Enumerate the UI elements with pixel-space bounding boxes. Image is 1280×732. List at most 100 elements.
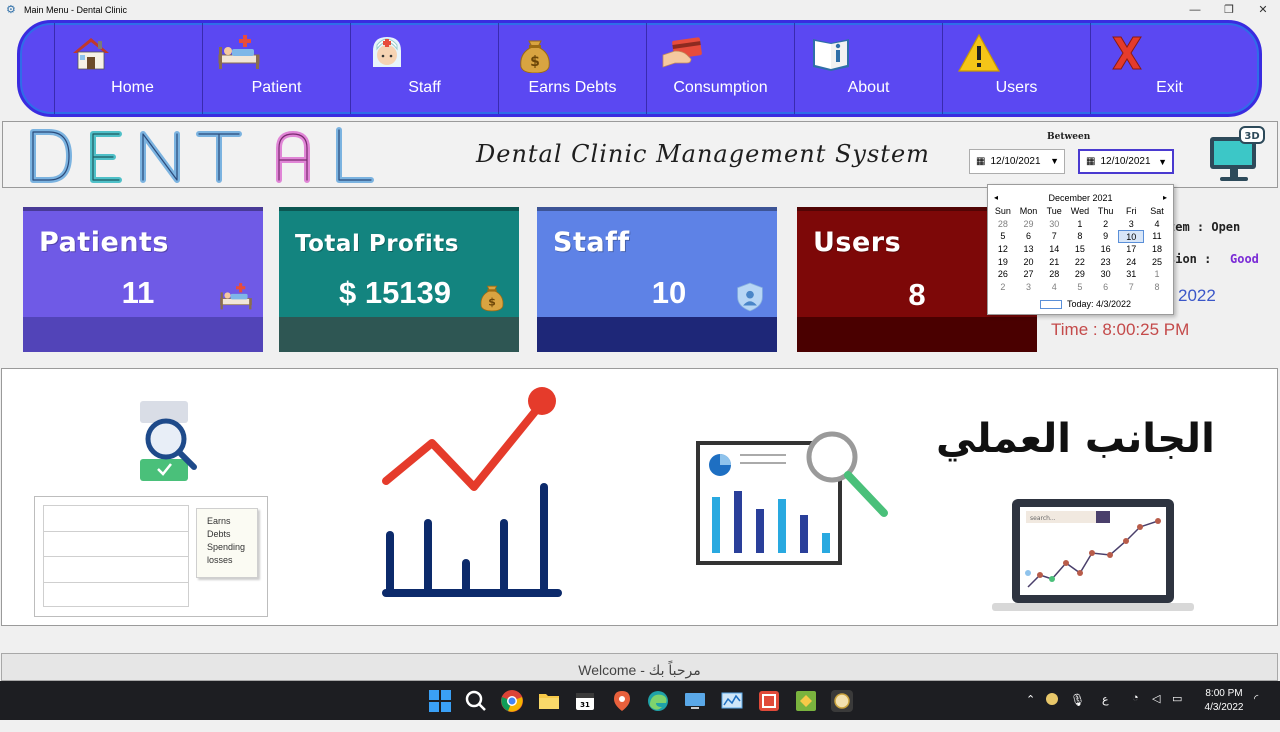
- calendar-day[interactable]: 12: [990, 243, 1016, 256]
- calendar-day[interactable]: 8: [1144, 281, 1170, 294]
- profits-card[interactable]: Total Profits $ 15139 $: [279, 207, 519, 352]
- staff-card[interactable]: Staff 10: [537, 207, 777, 352]
- calendar-day[interactable]: 30: [1041, 218, 1067, 231]
- calendar-prev-button[interactable]: ◂: [994, 185, 998, 211]
- date-to-picker[interactable]: ▦ 12/10/2021 ▼: [1078, 149, 1174, 174]
- close-button[interactable]: ✕: [1246, 0, 1280, 20]
- date-from-picker[interactable]: ▦ 12/10/2021 ▼: [969, 149, 1065, 174]
- microphone-icon[interactable]: 🎙: [1070, 693, 1085, 732]
- maximize-button[interactable]: ❐: [1212, 0, 1246, 20]
- current-time-text: Time : 8:00:25 PM: [1051, 320, 1190, 339]
- calendar-next-button[interactable]: ▸: [1163, 185, 1167, 211]
- calendar-day[interactable]: 29: [1016, 218, 1042, 231]
- calendar-month-title[interactable]: December 2021: [1048, 193, 1112, 203]
- nav-earns-debts-button[interactable]: $ Earns Debts: [498, 23, 646, 114]
- calendar-day[interactable]: 19: [990, 256, 1016, 269]
- calendar-today-link[interactable]: Today: 4/3/2022: [1040, 299, 1131, 309]
- patients-card[interactable]: Patients 11: [23, 207, 263, 352]
- minimize-button[interactable]: —: [1178, 0, 1212, 20]
- nav-about-button[interactable]: About: [794, 23, 942, 114]
- calendar-day[interactable]: 18: [1144, 243, 1170, 256]
- legend-item: Spending: [207, 542, 246, 552]
- patient-bed-icon: [218, 35, 260, 69]
- dental-app-icon[interactable]: [830, 689, 854, 713]
- input-language-indicator[interactable]: ع: [1102, 693, 1109, 732]
- calendar-day[interactable]: 4: [1041, 281, 1067, 294]
- calendar-day[interactable]: 2: [1093, 218, 1119, 231]
- calendar-day[interactable]: 14: [1041, 243, 1067, 256]
- calendar-day[interactable]: 11: [1144, 230, 1170, 243]
- calendar-day[interactable]: 30: [1093, 268, 1119, 281]
- gear-icon: ⚙: [6, 4, 16, 16]
- calendar-day[interactable]: 21: [1041, 256, 1067, 269]
- calendar-day[interactable]: 20: [1016, 256, 1042, 269]
- file-explorer-icon[interactable]: [537, 689, 561, 713]
- calendar-day[interactable]: 29: [1067, 268, 1093, 281]
- svg-text:$: $: [488, 296, 496, 309]
- tray-app-icon[interactable]: [1046, 693, 1058, 705]
- calendar-day[interactable]: 1: [1144, 268, 1170, 281]
- calendar-day[interactable]: 9: [1093, 230, 1119, 243]
- profits-card-bottom: [279, 317, 519, 352]
- calendar-day[interactable]: 31: [1118, 268, 1144, 281]
- calendar-day[interactable]: 24: [1118, 256, 1144, 269]
- nav-exit-button[interactable]: Exit: [1090, 23, 1238, 114]
- calendar-day[interactable]: 17: [1118, 243, 1144, 256]
- calendar-day[interactable]: 22: [1067, 256, 1093, 269]
- search-ticket-icon: [140, 401, 197, 481]
- wifi-icon[interactable]: ◔: [1132, 692, 1139, 731]
- remote-desktop-icon[interactable]: [683, 689, 707, 713]
- calendar-day[interactable]: 2: [990, 281, 1016, 294]
- calendar-day[interactable]: 6: [1016, 230, 1042, 243]
- calendar-day[interactable]: 16: [1093, 243, 1119, 256]
- taskbar-clock[interactable]: 8:00 PM 4/3/2022: [1196, 687, 1252, 715]
- calendar-day[interactable]: 4: [1144, 218, 1170, 231]
- search-icon[interactable]: [464, 689, 488, 713]
- chrome-icon[interactable]: [500, 689, 524, 713]
- calendar-day[interactable]: 10: [1118, 230, 1145, 244]
- calendar-day[interactable]: 3: [1118, 218, 1144, 231]
- app-red-icon[interactable]: [757, 689, 781, 713]
- visual-studio-icon[interactable]: [794, 689, 818, 713]
- edge-icon[interactable]: [646, 689, 670, 713]
- volume-icon[interactable]: ◁: [1152, 692, 1160, 731]
- current-date-text: 2022: [1178, 286, 1216, 305]
- calendar-day[interactable]: 28: [990, 218, 1016, 231]
- performance-monitor-icon[interactable]: [720, 689, 744, 713]
- start-button-icon[interactable]: [428, 689, 452, 713]
- monitor-3d-icon[interactable]: 3D: [1206, 125, 1268, 185]
- calendar-day[interactable]: 15: [1067, 243, 1093, 256]
- calendar-day-header: Fri: [1126, 206, 1137, 216]
- notification-icon[interactable]: ◜: [1254, 692, 1258, 731]
- header-strip: Dental Clinic Management System Between …: [2, 121, 1278, 188]
- welcome-text: Welcome - مرحباً بك: [578, 662, 701, 678]
- battery-icon[interactable]: ▭: [1172, 692, 1182, 731]
- calendar-day[interactable]: 1: [1067, 218, 1093, 231]
- nav-patient-button[interactable]: Patient: [202, 23, 350, 114]
- calendar-day[interactable]: 13: [1016, 243, 1042, 256]
- nav-home-button[interactable]: Home: [54, 23, 202, 114]
- maps-icon[interactable]: [610, 689, 634, 713]
- nav-staff-button[interactable]: Staff: [350, 23, 498, 114]
- dental-logo: [30, 127, 374, 183]
- nav-consumption-button[interactable]: Consumption: [646, 23, 794, 114]
- nav-users-button[interactable]: Users: [942, 23, 1090, 114]
- calendar-day[interactable]: 7: [1118, 281, 1144, 294]
- calendar-day[interactable]: 5: [990, 230, 1016, 243]
- calendar-day[interactable]: 26: [990, 268, 1016, 281]
- calendar-day[interactable]: 27: [1016, 268, 1042, 281]
- calendar-day[interactable]: 28: [1041, 268, 1067, 281]
- calendar-day[interactable]: 23: [1093, 256, 1119, 269]
- calendar-today-label: Today: 4/3/2022: [1067, 299, 1132, 309]
- tray-chevron-up-icon[interactable]: ⌃: [1026, 693, 1035, 732]
- calendar-day[interactable]: 3: [1016, 281, 1042, 294]
- calendar-day[interactable]: 7: [1041, 230, 1067, 243]
- session-status-value: Good: [1230, 252, 1259, 266]
- calendar-day[interactable]: 5: [1067, 281, 1093, 294]
- table-row: [44, 583, 188, 609]
- calendar-day[interactable]: 6: [1093, 281, 1119, 294]
- calendar-day[interactable]: 8: [1067, 230, 1093, 243]
- staff-card-bottom: [537, 317, 777, 352]
- calendar-app-icon[interactable]: 31: [573, 689, 597, 713]
- calendar-day[interactable]: 25: [1144, 256, 1170, 269]
